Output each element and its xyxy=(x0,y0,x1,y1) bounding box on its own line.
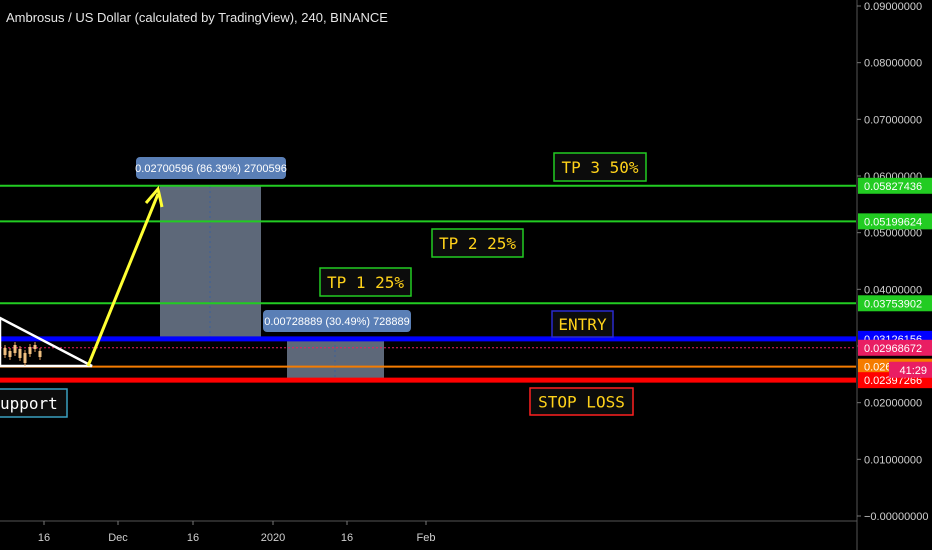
price-tag-text: 0.02968672 xyxy=(864,343,922,355)
triangle-pattern xyxy=(0,316,93,368)
y-tick-label: 0.05000000 xyxy=(864,228,922,240)
y-tick-label: 0.07000000 xyxy=(864,114,922,126)
x-tick-label: Dec xyxy=(108,532,128,544)
countdown-text: 41:29 xyxy=(899,365,927,377)
level-label-text: TP 1 25% xyxy=(327,273,404,292)
x-tick-label: 16 xyxy=(38,532,50,544)
y-tick-label: 0.01000000 xyxy=(864,454,922,466)
measure-label-text: 0.00728889 (30.49%) 728889 xyxy=(264,316,410,328)
x-tick-label: 16 xyxy=(187,532,199,544)
y-tick-label: 0.04000000 xyxy=(864,284,922,296)
candle-body xyxy=(38,351,42,357)
level-label-text: TP 3 50% xyxy=(561,158,638,177)
price-tag-text: 0.05199624 xyxy=(864,216,922,228)
price-chart[interactable]: 0.090000000.080000000.070000000.06000000… xyxy=(0,0,932,550)
x-tick-label: Feb xyxy=(417,532,436,544)
y-tick-label: 0.02000000 xyxy=(864,398,922,410)
candle-body xyxy=(23,353,27,363)
candle-body xyxy=(33,345,37,349)
level-label-text: ENTRY xyxy=(558,315,607,334)
y-tick-label: 0.09000000 xyxy=(864,1,922,13)
candle-body xyxy=(18,349,22,358)
level-label-text: STOP LOSS xyxy=(538,393,625,412)
price-tag-text: 0.03753902 xyxy=(864,298,922,310)
measure-label-text: 0.02700596 (86.39%) 2700596 xyxy=(135,163,287,175)
level-label-text: TP 2 25% xyxy=(439,234,516,253)
candle-body xyxy=(28,347,32,354)
candle-body xyxy=(13,345,17,353)
price-tag-text: 0.05827436 xyxy=(864,181,922,193)
y-tick-label: −0.00000000 xyxy=(864,511,929,523)
x-tick-label: 16 xyxy=(341,532,353,544)
x-tick-label: 2020 xyxy=(261,532,285,544)
chart-title: Ambrosus / US Dollar (calculated by Trad… xyxy=(6,10,388,25)
candle-body xyxy=(8,351,12,357)
support-annotation-text: upport xyxy=(0,394,58,413)
candle-body xyxy=(3,348,7,355)
y-tick-label: 0.08000000 xyxy=(864,58,922,70)
